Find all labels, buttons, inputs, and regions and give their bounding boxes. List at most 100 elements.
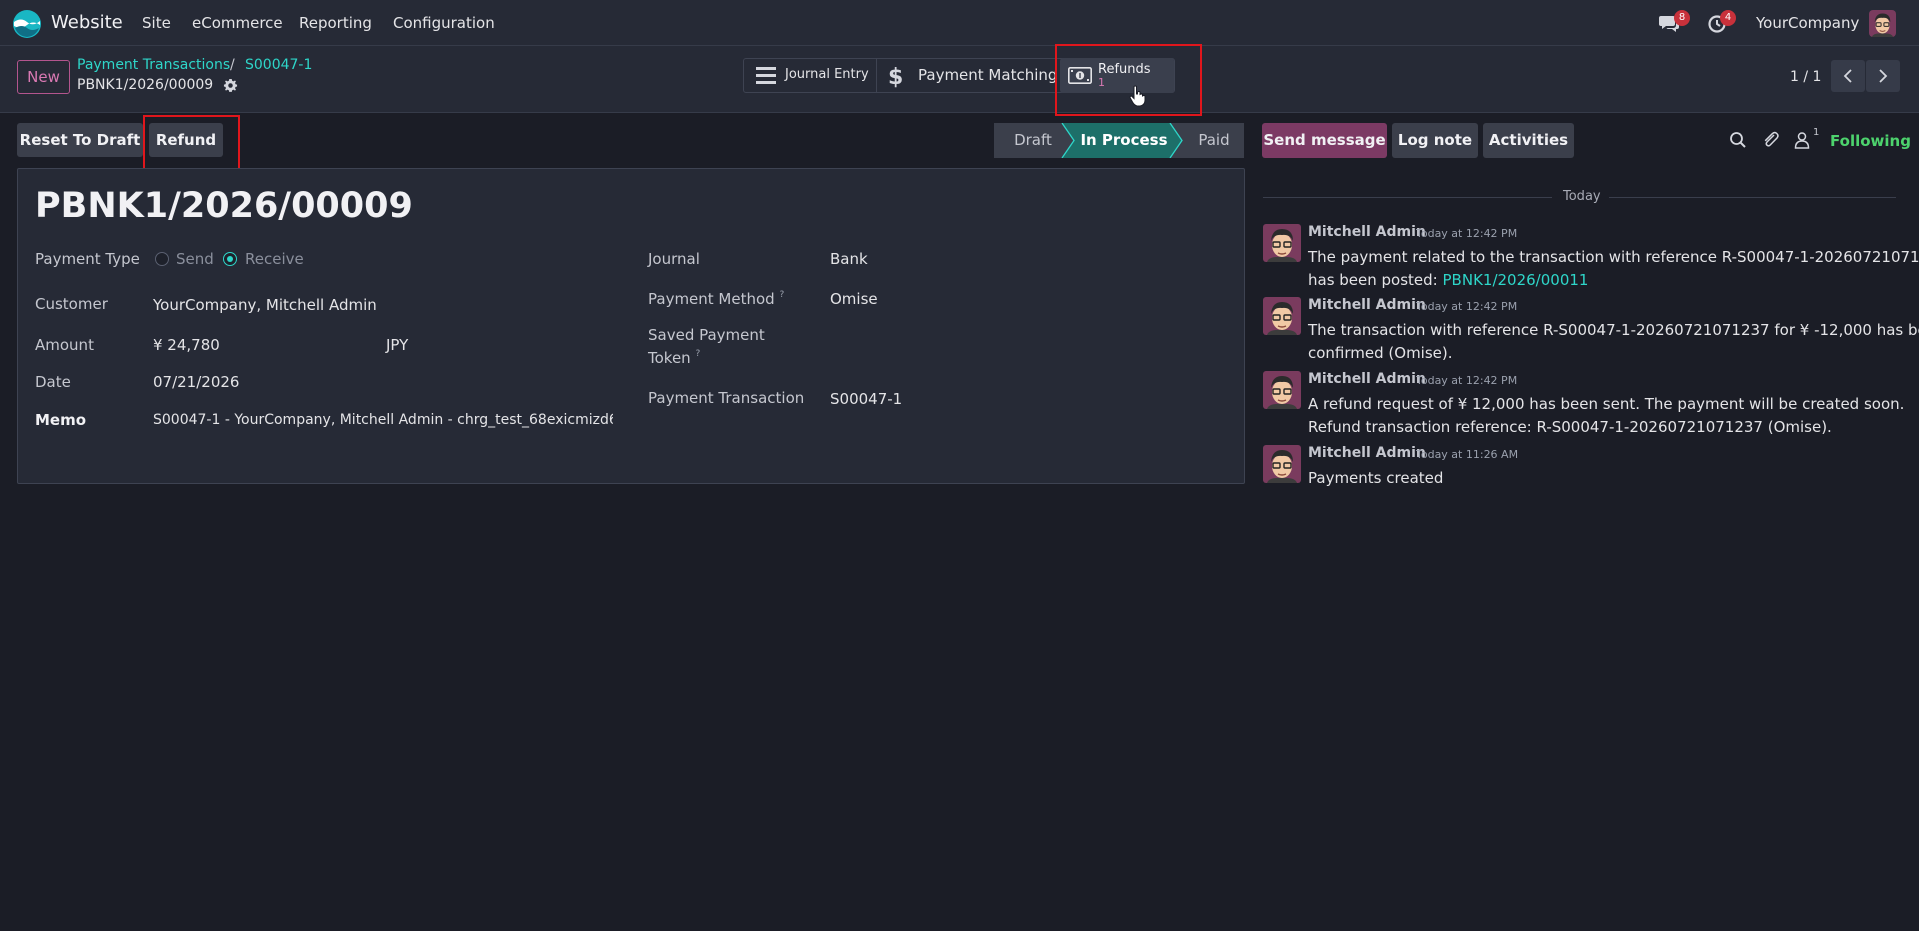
activities-button[interactable]: Activities — [1483, 123, 1574, 158]
message-time: Today at 12:42 PM — [1416, 300, 1518, 313]
highlight-refunds-box — [1055, 44, 1202, 116]
memo-field[interactable]: S00047-1 - YourCompany, Mitchell Admin -… — [153, 412, 613, 428]
customer-field[interactable]: YourCompany, Mitchell Admin — [153, 296, 377, 314]
date-separator-line-right — [1609, 197, 1896, 198]
journal-field[interactable]: Bank — [830, 250, 868, 268]
message-body-line: Payments created — [1308, 469, 1444, 487]
message-time: Today at 12:42 PM — [1416, 374, 1518, 387]
message-author[interactable]: Mitchell Admin — [1308, 224, 1426, 240]
payment-type-label: Payment Type — [35, 250, 140, 268]
followers-count: 1 — [1813, 127, 1820, 138]
help-icon[interactable]: ? — [695, 349, 700, 359]
chevron-left-icon — [1843, 69, 1852, 83]
chevron-right-icon — [1879, 69, 1888, 83]
payment-matching-button[interactable]: $ Payment Matching — [877, 58, 1059, 93]
app-name[interactable]: Website — [51, 12, 123, 33]
currency-field[interactable]: JPY — [386, 336, 408, 354]
messages-badge: 8 — [1674, 10, 1690, 26]
log-note-button[interactable]: Log note — [1392, 123, 1478, 158]
payment-method-label: Payment Method ? — [648, 290, 784, 308]
message-body-line: confirmed (Omise). — [1308, 344, 1453, 362]
journal-entry-button[interactable]: Journal Entry — [744, 58, 876, 93]
message-avatar[interactable] — [1263, 297, 1301, 335]
message-author[interactable]: Mitchell Admin — [1308, 371, 1426, 387]
message-avatar[interactable] — [1263, 224, 1301, 262]
breadcrumb-transaction[interactable]: S00047-1 — [245, 57, 312, 73]
date-field[interactable]: 07/21/2026 — [153, 373, 239, 391]
saved-token-label-text: Token — [648, 349, 691, 367]
date-label: Date — [35, 373, 71, 391]
stage-in-process[interactable]: In Process — [1074, 123, 1174, 158]
radio-receive[interactable] — [223, 252, 237, 266]
followers-icon[interactable] — [1793, 131, 1811, 149]
dollar-icon: $ — [888, 65, 902, 88]
record-title: PBNK1/2026/00009 — [35, 186, 413, 226]
journal-label: Journal — [648, 250, 700, 268]
website-logo-icon[interactable] — [12, 9, 42, 39]
pager-value[interactable]: 1 / 1 — [1790, 69, 1821, 85]
user-avatar-icon — [1869, 10, 1896, 37]
message-body-line: A refund request of ¥ 12,000 has been se… — [1308, 395, 1905, 413]
stage-draft[interactable]: Draft — [994, 123, 1072, 158]
payment-transaction-label: Payment Transaction — [648, 389, 805, 407]
status-bar: Draft In Process Paid — [994, 123, 1244, 158]
menu-configuration[interactable]: Configuration — [393, 14, 495, 32]
paperclip-icon[interactable] — [1762, 131, 1780, 149]
help-icon[interactable]: ? — [779, 290, 784, 300]
company-switcher[interactable]: YourCompany — [1756, 14, 1859, 32]
saved-token-label-line1: Saved Payment — [648, 326, 765, 344]
message-avatar[interactable] — [1263, 371, 1301, 409]
radio-send-label[interactable]: Send — [176, 250, 214, 268]
memo-label: Memo — [35, 411, 87, 429]
journal-entry-label: Journal Entry — [785, 67, 869, 82]
activities-badge: 4 — [1720, 10, 1736, 26]
avatar-icon — [1263, 297, 1301, 335]
message-author[interactable]: Mitchell Admin — [1308, 445, 1426, 461]
avatar-icon — [1263, 224, 1301, 262]
menu-site[interactable]: Site — [142, 14, 171, 32]
reset-to-draft-button[interactable]: Reset To Draft — [17, 123, 143, 157]
message-body-line: The transaction with reference R-S00047-… — [1308, 321, 1919, 339]
breadcrumb-separator: / — [230, 57, 235, 73]
payment-transaction-field[interactable]: S00047-1 — [830, 390, 902, 408]
message-avatar[interactable] — [1263, 445, 1301, 483]
payment-matching-label: Payment Matching — [918, 66, 1058, 84]
highlight-refund-box — [143, 115, 240, 170]
search-icon[interactable] — [1729, 131, 1747, 149]
message-time: Today at 11:26 AM — [1416, 448, 1519, 461]
pager-previous-button[interactable] — [1831, 60, 1865, 92]
date-separator: Today — [1563, 189, 1601, 204]
message-body-line: has been posted: PBNK1/2026/00011 — [1308, 271, 1588, 289]
breadcrumb-payment-transactions[interactable]: Payment Transactions — [77, 57, 230, 73]
menu-ecommerce[interactable]: eCommerce — [192, 14, 283, 32]
svg-text:$: $ — [888, 65, 902, 88]
saved-token-label-line2: Token ? — [648, 349, 700, 367]
gear-icon[interactable] — [223, 78, 238, 93]
following-toggle[interactable]: Following — [1830, 132, 1911, 150]
message-body-line: Refund transaction reference: R-S00047-1… — [1308, 418, 1832, 436]
payment-link[interactable]: PBNK1/2026/00011 — [1443, 271, 1589, 289]
payment-method-label-text: Payment Method — [648, 290, 775, 308]
message-body-text: has been posted: — [1308, 271, 1443, 289]
user-avatar[interactable] — [1869, 10, 1896, 37]
new-button[interactable]: New — [17, 60, 70, 94]
avatar-icon — [1263, 445, 1301, 483]
amount-field[interactable]: ¥ 24,780 — [153, 336, 220, 354]
message-author[interactable]: Mitchell Admin — [1308, 297, 1426, 313]
send-message-button[interactable]: Send message — [1262, 123, 1387, 158]
message-body-line: The payment related to the transaction w… — [1308, 248, 1919, 266]
stage-paid[interactable]: Paid — [1184, 123, 1244, 158]
menu-reporting[interactable]: Reporting — [299, 14, 372, 32]
date-separator-line-left — [1263, 197, 1552, 198]
message-time: Today at 12:42 PM — [1416, 227, 1518, 240]
avatar-icon — [1263, 371, 1301, 409]
pager-next-button[interactable] — [1866, 60, 1900, 92]
list-icon — [756, 67, 776, 84]
radio-receive-label[interactable]: Receive — [245, 250, 304, 268]
amount-label: Amount — [35, 336, 94, 354]
payment-method-field[interactable]: Omise — [830, 290, 878, 308]
breadcrumb-record-name: PBNK1/2026/00009 — [77, 77, 214, 93]
customer-label: Customer — [35, 295, 108, 313]
radio-send[interactable] — [155, 252, 169, 266]
top-navbar — [0, 0, 1919, 46]
